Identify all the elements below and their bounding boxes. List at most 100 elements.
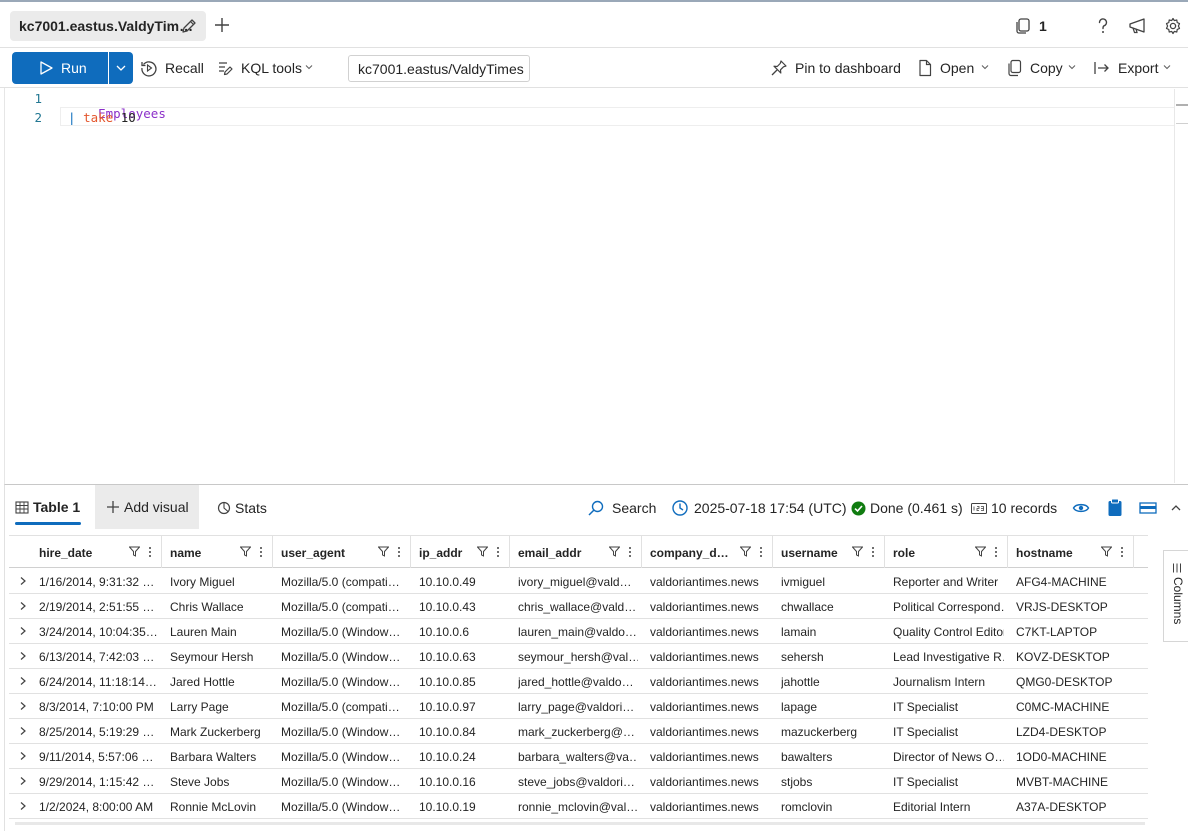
chevron-right-icon[interactable] bbox=[19, 626, 27, 636]
recall-button[interactable]: Recall bbox=[165, 60, 204, 76]
records-icon bbox=[971, 503, 987, 514]
kql-tools-button[interactable]: KQL tools bbox=[241, 60, 302, 76]
copy-stack-icon[interactable] bbox=[1014, 17, 1032, 35]
chevron-right-icon[interactable] bbox=[19, 701, 27, 711]
split-layout-icon[interactable] bbox=[1139, 502, 1157, 514]
command-bar: Run Recall KQL tools kc7001.eastus/Valdy… bbox=[0, 48, 1188, 88]
column-menu-icon[interactable] bbox=[871, 546, 875, 558]
help-icon[interactable] bbox=[1094, 16, 1112, 36]
chevron-right-icon[interactable] bbox=[19, 576, 27, 586]
column-menu-icon[interactable] bbox=[1120, 546, 1124, 558]
query-tab[interactable]: kc7001.eastus.ValdyTim… bbox=[10, 11, 206, 41]
cell-hire-date: 8/25/2014, 5:19:29 … bbox=[39, 725, 155, 739]
filter-icon[interactable] bbox=[477, 546, 488, 557]
stats-tab[interactable]: Stats bbox=[235, 500, 267, 516]
filter-icon[interactable] bbox=[740, 546, 751, 557]
clipboard-icon[interactable] bbox=[1107, 498, 1123, 517]
pencil-icon[interactable] bbox=[180, 17, 198, 35]
chevron-right-icon[interactable] bbox=[19, 776, 27, 786]
column-menu-icon[interactable] bbox=[994, 546, 998, 558]
table-row[interactable]: 3/24/2014, 10:04:35… Lauren Main Mozilla/5… bbox=[9, 619, 1148, 644]
cell-role: Lead Investigative R… bbox=[893, 650, 1004, 664]
column-header-username[interactable]: username bbox=[773, 536, 885, 568]
column-menu-icon[interactable] bbox=[628, 546, 632, 558]
copy-button[interactable]: Copy bbox=[1030, 60, 1063, 76]
cell-user-agent: Mozilla/5.0 (compati… bbox=[281, 700, 400, 714]
cell-company-domain: valdoriantimes.news bbox=[650, 625, 759, 639]
cell-role: IT Specialist bbox=[893, 700, 959, 714]
cell-hostname: AFG4-MACHINE bbox=[1016, 575, 1107, 589]
cell-username: stjobs bbox=[781, 775, 813, 789]
column-header-user-agent[interactable]: user_agent bbox=[273, 536, 411, 568]
cell-role: IT Specialist bbox=[893, 775, 959, 789]
column-header-name[interactable]: name bbox=[162, 536, 273, 568]
chevron-down-icon bbox=[1067, 63, 1077, 71]
cell-ip-addr: 10.10.0.43 bbox=[419, 600, 476, 614]
table-row[interactable]: 1/16/2014, 9:31:32 … Ivory Miguel Mozilla/… bbox=[9, 569, 1148, 594]
column-header-hostname[interactable]: hostname bbox=[1008, 536, 1134, 568]
query-status: Done (0.461 s) bbox=[870, 500, 963, 516]
chevron-right-icon[interactable] bbox=[19, 601, 27, 611]
tab-table-1-label: Table 1 bbox=[33, 499, 81, 515]
chevron-right-icon[interactable] bbox=[19, 676, 27, 686]
column-header-hire-date[interactable]: hire_date bbox=[31, 536, 162, 568]
filter-icon[interactable] bbox=[852, 546, 863, 557]
column-menu-icon[interactable] bbox=[496, 546, 500, 558]
cell-email-addr: larry_page@valdori… bbox=[518, 700, 635, 714]
cell-hostname: C7KT-LAPTOP bbox=[1016, 625, 1098, 639]
column-header-company-domain[interactable]: company_d… bbox=[642, 536, 773, 568]
plus-icon[interactable] bbox=[213, 16, 231, 34]
horizontal-scrollbar[interactable] bbox=[15, 822, 1145, 825]
editor-scrollbar[interactable] bbox=[1174, 89, 1175, 483]
table-row[interactable]: 6/13/2014, 7:42:03 … Seymour Hersh Mozilla… bbox=[9, 644, 1148, 669]
search-button[interactable]: Search bbox=[612, 500, 656, 516]
chevron-down-icon bbox=[1162, 63, 1172, 71]
column-menu-icon[interactable] bbox=[759, 546, 763, 558]
pin-to-dashboard-button[interactable]: Pin to dashboard bbox=[795, 60, 901, 76]
filter-icon[interactable] bbox=[240, 546, 251, 557]
table-row[interactable]: 8/25/2014, 5:19:29 … Mark Zuckerberg Mozil… bbox=[9, 719, 1148, 744]
column-header-label: name bbox=[170, 546, 202, 560]
query-editor[interactable]: 1 2 Employees | take 10 bbox=[0, 89, 1188, 483]
chevron-right-icon[interactable] bbox=[19, 801, 27, 811]
open-button[interactable]: Open bbox=[940, 60, 974, 76]
connection-selector[interactable]: kc7001.eastus/ValdyTimes bbox=[348, 55, 530, 82]
feedback-megaphone-icon[interactable] bbox=[1128, 17, 1148, 35]
run-button-label: Run bbox=[61, 60, 87, 76]
column-menu-icon[interactable] bbox=[397, 546, 401, 558]
columns-panel-toggle[interactable]: Columns bbox=[1163, 550, 1188, 642]
table-row[interactable]: 2/19/2014, 2:51:55 … Chris Wallace Mozilla… bbox=[9, 594, 1148, 619]
run-button[interactable]: Run bbox=[12, 52, 108, 84]
cell-hostname: LZD4-DESKTOP bbox=[1016, 725, 1107, 739]
cell-hire-date: 2/19/2014, 2:51:55 … bbox=[39, 600, 155, 614]
column-header-role[interactable]: role bbox=[885, 536, 1008, 568]
filter-icon[interactable] bbox=[1101, 546, 1112, 557]
cell-company-domain: valdoriantimes.news bbox=[650, 650, 759, 664]
eye-icon[interactable] bbox=[1072, 501, 1090, 515]
table-row[interactable]: 8/3/2014, 7:10:00 PM Larry Page Mozilla/5.… bbox=[9, 694, 1148, 719]
column-header-ip-addr[interactable]: ip_addr bbox=[411, 536, 510, 568]
filter-icon[interactable] bbox=[129, 546, 140, 557]
filter-icon[interactable] bbox=[609, 546, 620, 557]
filter-icon[interactable] bbox=[378, 546, 389, 557]
table-row[interactable]: 1/2/2024, 8:00:00 AM Ronnie McLovin Mozill… bbox=[9, 794, 1148, 819]
line-number: 2 bbox=[34, 110, 42, 125]
column-menu-icon[interactable] bbox=[259, 546, 263, 558]
add-visual-button[interactable]: Add visual bbox=[95, 485, 199, 529]
chevron-right-icon[interactable] bbox=[19, 651, 27, 661]
chevron-right-icon[interactable] bbox=[19, 726, 27, 736]
table-row[interactable]: 9/11/2014, 5:57:06 … Barbara Walters Mozil… bbox=[9, 744, 1148, 769]
table-row[interactable]: 6/24/2014, 11:18:14… Jared Hottle Mozilla/… bbox=[9, 669, 1148, 694]
filter-icon[interactable] bbox=[975, 546, 986, 557]
chevron-right-icon[interactable] bbox=[19, 751, 27, 761]
settings-gear-icon[interactable] bbox=[1164, 17, 1182, 35]
export-button[interactable]: Export bbox=[1118, 60, 1158, 76]
chevron-up-icon[interactable] bbox=[1170, 503, 1182, 512]
table-row[interactable]: 9/29/2014, 1:15:42 … Steve Jobs Mozilla/5.… bbox=[9, 769, 1148, 794]
column-menu-icon[interactable] bbox=[148, 546, 152, 558]
cell-username: sehersh bbox=[781, 650, 824, 664]
cell-email-addr: seymour_hersh@val… bbox=[518, 650, 638, 664]
column-header-email-addr[interactable]: email_addr bbox=[510, 536, 642, 568]
run-options-button[interactable] bbox=[109, 52, 133, 84]
code-line[interactable]: | take 10 bbox=[68, 110, 136, 125]
